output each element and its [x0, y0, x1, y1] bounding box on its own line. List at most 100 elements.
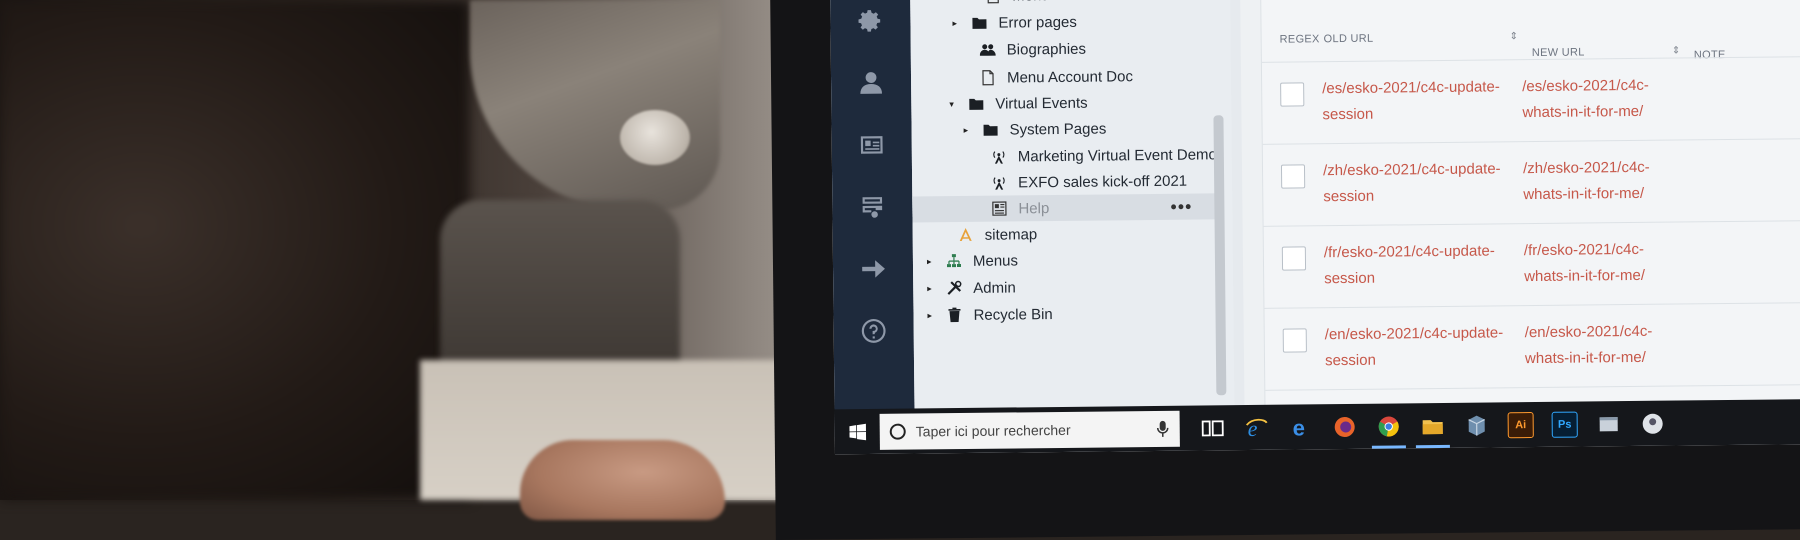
help-icon[interactable]	[860, 317, 888, 345]
cortana-icon	[890, 423, 906, 439]
redirects-table: REGEX OLD URL ⇕ NEW URL ⇕ NOTE /es/esko-…	[1260, 0, 1800, 425]
app-package-icon[interactable]	[1464, 412, 1490, 438]
person-blur	[0, 0, 470, 500]
pointing-finger	[520, 440, 725, 520]
tree-item-admin[interactable]: ▸ Admin	[927, 274, 1016, 301]
tree-item-label: Virtual Events	[995, 94, 1087, 112]
table-row[interactable]: /es/esko-2021/c4c-update-session/es/esko…	[1262, 55, 1800, 145]
tree-item-error-pages[interactable]: ▸ Error pages	[952, 9, 1077, 36]
column-header-old-url[interactable]: OLD URL	[1324, 33, 1374, 46]
tree-item-system-pages[interactable]: ▸ System Pages	[963, 115, 1106, 142]
tree-item-label: Admin	[973, 279, 1016, 296]
new-url-cell[interactable]: /en/esko-2021/c4c-whats-in-it-for-me/	[1525, 319, 1666, 372]
table-row[interactable]: /fr/esko-2021/c4c-update-session/fr/esko…	[1264, 219, 1800, 309]
page-icon	[979, 69, 997, 87]
column-header-regex[interactable]: REGEX	[1280, 33, 1320, 45]
redirects-panel: REGEX OLD URL ⇕ NEW URL ⇕ NOTE /es/esko-…	[1240, 0, 1800, 405]
tree-item-marketing-virtual-event-demo[interactable]: Marketing Virtual Event Demo	[972, 141, 1217, 170]
trash-icon	[945, 306, 963, 324]
illustrator-label: Ai	[1508, 412, 1534, 438]
edge-icon[interactable]: e	[1288, 414, 1314, 440]
tree-item-menu-doc[interactable]: Menu Doc	[966, 0, 1081, 9]
tree-item-menu-account-doc[interactable]: Menu Account Doc	[961, 63, 1133, 91]
table-row[interactable]: /zh/esko-2021/c4c-update-session/zh/esko…	[1263, 137, 1800, 227]
broadcast-icon	[990, 174, 1008, 192]
folder-icon	[967, 95, 985, 113]
layout-icon	[990, 200, 1008, 218]
windows-taskbar: Taper ici pour rechercher e e	[834, 398, 1800, 454]
microphone-icon[interactable]	[1156, 419, 1170, 437]
new-url-cell[interactable]: /zh/esko-2021/c4c-whats-in-it-for-me/	[1523, 155, 1664, 208]
internet-explorer-icon[interactable]: e	[1244, 414, 1270, 440]
row-checkbox[interactable]	[1280, 82, 1304, 106]
tree-item-label: Recycle Bin	[973, 306, 1052, 324]
tree-item-recycle-bin[interactable]: ▸ Recycle Bin	[927, 301, 1052, 328]
taskbar-search-input[interactable]: Taper ici pour rechercher	[880, 410, 1180, 449]
tree-item-menus[interactable]: ▸ Menus	[927, 247, 1018, 274]
table-row[interactable]: /en/esko-2021/c4c-update-session/en/esko…	[1264, 301, 1800, 391]
chrome-icon[interactable]	[1376, 413, 1402, 439]
collapse-caret-icon[interactable]: ▾	[949, 99, 957, 110]
sort-icon[interactable]: ⇕	[1672, 45, 1681, 56]
arrow-right-icon[interactable]	[859, 255, 887, 283]
tree-item-label: EXFO sales kick-off 2021	[1018, 172, 1187, 191]
expand-caret-icon[interactable]: ▸	[927, 310, 935, 321]
folder-icon	[981, 121, 999, 139]
illustrator-icon[interactable]: Ai	[1508, 412, 1534, 438]
broadcast-icon	[990, 148, 1008, 166]
tree-item-label: Menus	[973, 252, 1018, 269]
tree-item-label: System Pages	[1009, 120, 1106, 138]
server-settings-icon[interactable]	[858, 193, 886, 221]
windows-start-button[interactable]	[834, 409, 879, 454]
sort-icon[interactable]: ⇕	[1510, 31, 1519, 42]
hierarchy-icon	[945, 252, 963, 270]
folder-icon	[970, 14, 988, 32]
content-tree: Menu Doc ▸ Error pages Biographies Menu Acco…	[910, 0, 1234, 409]
task-view-icon[interactable]	[1200, 415, 1226, 441]
tree-item-label: Menu Account Doc	[1007, 68, 1133, 86]
tree-item-sitemap[interactable]: sitemap	[939, 221, 1038, 248]
old-url-cell[interactable]: /zh/esko-2021/c4c-update-session	[1323, 156, 1509, 210]
user-icon[interactable]	[857, 69, 885, 97]
search-placeholder: Taper ici pour rechercher	[916, 421, 1146, 439]
file-explorer-icon[interactable]	[1420, 412, 1446, 438]
expand-caret-icon[interactable]: ▸	[927, 283, 935, 294]
icon-sidebar	[830, 0, 915, 437]
monitor: Menu Doc ▸ Error pages Biographies Menu Acco…	[770, 0, 1800, 540]
tree-item-help[interactable]: Help •••	[912, 193, 1222, 222]
row-checkbox[interactable]	[1282, 246, 1306, 270]
tree-item-label: Menu Doc	[1012, 0, 1081, 4]
tree-item-label: sitemap	[985, 226, 1038, 244]
tree-item-biographies[interactable]: Biographies	[961, 36, 1086, 63]
expand-caret-icon[interactable]: ▸	[952, 18, 960, 29]
people-app-icon[interactable]	[1640, 410, 1666, 436]
tree-item-virtual-events[interactable]: ▾ Virtual Events	[949, 90, 1088, 117]
desk-lamp-knob	[620, 110, 690, 165]
windows-logo-icon	[848, 423, 866, 441]
old-url-cell[interactable]: /en/esko-2021/c4c-update-session	[1325, 320, 1511, 374]
photoshop-icon[interactable]: Ps	[1552, 411, 1578, 437]
people-icon	[979, 41, 997, 59]
expand-caret-icon[interactable]: ▸	[964, 124, 972, 135]
firefox-icon[interactable]	[1332, 413, 1358, 439]
tree-item-label: Help	[1018, 200, 1049, 217]
tree-item-label: Error pages	[998, 13, 1077, 31]
old-url-cell[interactable]: /fr/esko-2021/c4c-update-session	[1324, 238, 1510, 292]
new-url-cell[interactable]: /es/esko-2021/c4c-whats-in-it-for-me/	[1522, 73, 1663, 126]
screen: Menu Doc ▸ Error pages Biographies Menu Acco…	[830, 0, 1800, 454]
row-checkbox[interactable]	[1281, 164, 1305, 188]
app-window-icon[interactable]	[1596, 411, 1622, 437]
tools-icon	[945, 279, 963, 297]
column-header-new-url[interactable]: NEW URL	[1532, 46, 1585, 59]
old-url-cell[interactable]: /es/esko-2021/c4c-update-session	[1322, 74, 1508, 128]
tree-scrollbar[interactable]	[1213, 115, 1226, 395]
expand-caret-icon[interactable]: ▸	[927, 256, 935, 267]
tree-item-exfo-sales-kick-off-2021[interactable]: EXFO sales kick-off 2021	[972, 168, 1187, 196]
new-url-cell[interactable]: /fr/esko-2021/c4c-whats-in-it-for-me/	[1524, 237, 1665, 290]
tree-item-label: Marketing Virtual Event Demo	[1018, 146, 1217, 165]
gear-icon[interactable]	[856, 7, 884, 35]
row-checkbox[interactable]	[1283, 328, 1307, 352]
contact-card-icon[interactable]	[858, 131, 886, 159]
photoshop-label: Ps	[1552, 411, 1578, 437]
more-options-icon[interactable]: •••	[1170, 196, 1192, 217]
